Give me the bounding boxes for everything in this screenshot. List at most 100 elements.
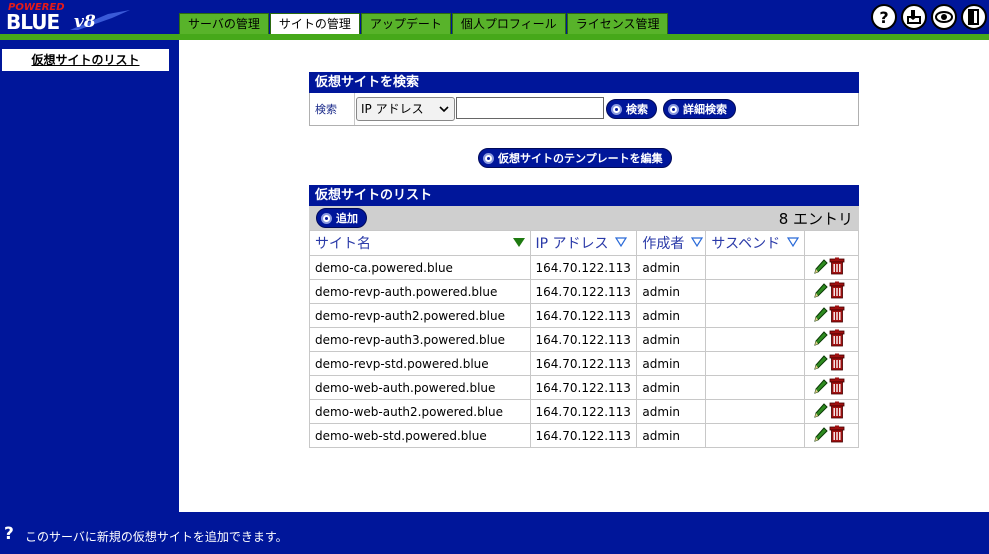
edit-pencil-icon[interactable] [813, 257, 829, 278]
table-row: demo-revp-auth.powered.blue 164.70.122.11… [309, 279, 859, 304]
chevron-down-icon [439, 98, 449, 129]
edit-pencil-icon[interactable] [813, 329, 829, 350]
table-row: demo-revp-auth3.powered.blue 164.70.122.1… [309, 327, 859, 352]
actions-cell [804, 327, 859, 352]
radio-bullet-icon [668, 104, 679, 115]
tab-personal-profile[interactable]: 個人プロフィール [451, 13, 566, 34]
delete-trash-icon[interactable] [829, 305, 845, 326]
actions-cell [804, 255, 859, 280]
site-name-cell: demo-revp-auth3.powered.blue [309, 327, 531, 352]
sidebar: 仮想サイトのリスト [0, 40, 179, 512]
column-header-label: サスペンド [711, 236, 781, 252]
suspend-cell [705, 327, 806, 352]
edit-pencil-icon[interactable] [813, 305, 829, 326]
delete-trash-icon[interactable] [829, 257, 845, 278]
advanced-search-button-label: 詳細検索 [683, 103, 727, 116]
site-name-cell: demo-revp-auth2.powered.blue [309, 303, 531, 328]
creator-cell: admin [636, 423, 707, 448]
suspend-cell [705, 423, 806, 448]
view-icon[interactable] [931, 4, 957, 30]
actions-cell [804, 303, 859, 328]
creator-cell: admin [636, 255, 707, 280]
search-field-select-value: IP アドレス [361, 102, 424, 116]
radio-bullet-icon [611, 104, 622, 115]
creator-cell: admin [636, 399, 707, 424]
table-row: demo-web-auth.powered.blue 164.70.122.113… [309, 375, 859, 400]
site-list-toolbar: 追加 8 エントリ [309, 206, 859, 230]
edit-pencil-icon[interactable] [813, 401, 829, 422]
help-question-icon: ? [4, 524, 14, 544]
search-label: 検索 [315, 103, 337, 116]
tab-license-management[interactable]: ライセンス管理 [566, 13, 669, 34]
add-site-button[interactable]: 追加 [316, 208, 367, 228]
search-panel-title: 仮想サイトを検索 [309, 72, 859, 93]
search-button[interactable]: 検索 [606, 99, 657, 119]
tab-server-management[interactable]: サーバの管理 [179, 13, 269, 34]
delete-trash-icon[interactable] [829, 329, 845, 350]
radio-bullet-icon [483, 153, 494, 164]
table-header-row: サイト名 IP アドレス 作成者 サスペンド [309, 230, 859, 256]
site-list-title: 仮想サイトのリスト [309, 185, 859, 206]
column-header-ip-address[interactable]: IP アドレス [529, 230, 638, 256]
logout-icon[interactable] [961, 4, 987, 30]
ip-address-cell: 164.70.122.113 [529, 375, 638, 400]
radio-bullet-icon [321, 213, 332, 224]
delete-trash-icon[interactable] [829, 425, 845, 446]
logo-version-text: v8 [74, 12, 96, 32]
table-row: demo-revp-std.powered.blue 164.70.122.113… [309, 351, 859, 376]
delete-trash-icon[interactable] [829, 401, 845, 422]
ip-address-cell: 164.70.122.113 [529, 423, 638, 448]
suspend-cell [705, 303, 806, 328]
delete-trash-icon[interactable] [829, 353, 845, 374]
column-header-creator[interactable]: 作成者 [636, 230, 707, 256]
creator-cell: admin [636, 351, 707, 376]
table-row: demo-web-std.powered.blue 164.70.122.113 a… [309, 423, 859, 448]
suspend-cell [705, 279, 806, 304]
edit-pencil-icon[interactable] [813, 425, 829, 446]
table-row: demo-web-auth2.powered.blue 164.70.122.11… [309, 399, 859, 424]
search-field-select[interactable]: IP アドレス [356, 97, 455, 121]
advanced-search-button[interactable]: 詳細検索 [663, 99, 736, 119]
sort-icon [614, 236, 628, 251]
column-header-suspend[interactable]: サスペンド [705, 230, 806, 256]
suspend-cell [705, 351, 806, 376]
ip-address-cell: 164.70.122.113 [529, 279, 638, 304]
delete-trash-icon[interactable] [829, 377, 845, 398]
column-header-label: サイト名 [315, 236, 371, 252]
tab-update[interactable]: アップデート [360, 13, 451, 34]
site-name-cell: demo-revp-std.powered.blue [309, 351, 531, 376]
actions-cell [804, 351, 859, 376]
search-divider [354, 93, 355, 125]
edit-template-button[interactable]: 仮想サイトのテンプレートを編集 [478, 148, 672, 168]
entry-count: 8 エントリ [778, 210, 853, 228]
edit-pencil-icon[interactable] [813, 281, 829, 302]
creator-cell: admin [636, 375, 707, 400]
site-name-cell: demo-web-auth2.powered.blue [309, 399, 531, 424]
column-header-label: 作成者 [642, 236, 685, 252]
footer-help-text: このサーバに新規の仮想サイトを追加できます。 [25, 530, 288, 544]
app-window: POWERED BLUE v8 サーバの管理 サイトの管理 アップデート 個人プ… [0, 0, 989, 554]
help-icon[interactable]: ? [871, 4, 897, 30]
add-site-button-label: 追加 [336, 212, 358, 225]
sidebar-item-virtual-site-list[interactable]: 仮想サイトのリスト [2, 49, 169, 71]
creator-cell: admin [636, 279, 707, 304]
edit-pencil-icon[interactable] [813, 353, 829, 374]
search-button-label: 検索 [626, 103, 648, 116]
delete-trash-icon[interactable] [829, 281, 845, 302]
sort-icon [786, 236, 799, 251]
logo: POWERED BLUE v8 [4, 2, 134, 34]
column-header-label: IP アドレス [535, 236, 609, 252]
site-name-cell: demo-web-auth.powered.blue [309, 375, 531, 400]
creator-cell: admin [636, 303, 707, 328]
download-icon[interactable] [901, 4, 927, 30]
table-row: demo-ca.powered.blue 164.70.122.113 admin [309, 255, 859, 280]
actions-cell [804, 375, 859, 400]
svg-text:?: ? [879, 8, 888, 26]
search-input[interactable] [456, 97, 604, 119]
header-icons: ? [871, 4, 987, 30]
site-name-cell: demo-ca.powered.blue [309, 255, 531, 280]
actions-cell [804, 423, 859, 448]
column-header-site-name[interactable]: サイト名 [309, 230, 531, 256]
edit-pencil-icon[interactable] [813, 377, 829, 398]
tab-site-management[interactable]: サイトの管理 [269, 13, 360, 34]
